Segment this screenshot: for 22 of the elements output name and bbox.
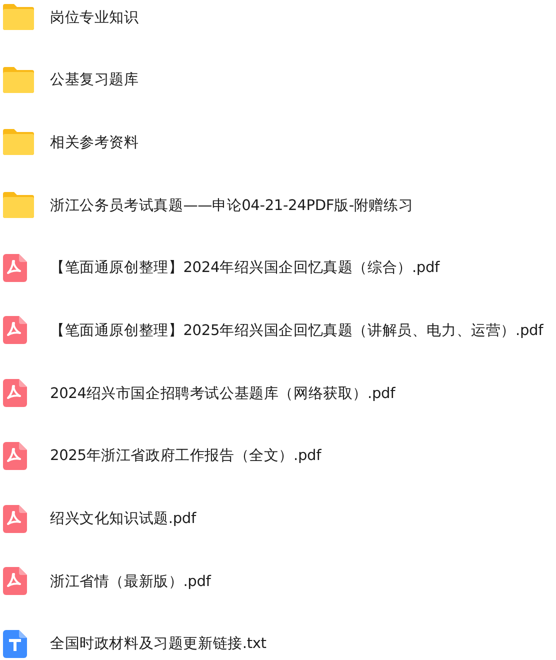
file-name[interactable]: 浙江省情（最新版）.pdf <box>50 572 211 591</box>
file-name[interactable]: 浙江公务员考试真题——申论04-21-24PDF版-附赠练习 <box>50 196 414 215</box>
file-name[interactable]: 【笔面通原创整理】2024年绍兴国企回忆真题（综合）.pdf <box>50 258 440 278</box>
file-name[interactable]: 2024绍兴市国企招聘考试公基题库（网络获取）.pdf <box>50 384 396 403</box>
folder-icon <box>3 66 34 93</box>
file-name[interactable]: 相关参考资料 <box>50 132 139 152</box>
file-name[interactable]: 公基复习题库 <box>50 70 139 90</box>
file-name[interactable]: 绍兴文化知识试题.pdf <box>50 509 196 528</box>
file-name[interactable]: 岗位专业知识 <box>50 8 139 26</box>
text-file-icon <box>3 630 27 658</box>
file-name[interactable]: 全国时政材料及习题更新链接.txt <box>50 634 266 654</box>
pdf-file-icon <box>3 504 27 532</box>
pdf-file-icon <box>3 442 27 470</box>
folder-icon <box>3 129 34 156</box>
pdf-file-icon <box>3 254 27 282</box>
pdf-file-icon <box>3 379 27 408</box>
folder-icon <box>3 4 34 30</box>
pdf-file-icon <box>3 316 27 344</box>
pdf-file-icon <box>3 567 27 596</box>
folder-icon <box>3 192 34 218</box>
file-name[interactable]: 【笔面通原创整理】2025年绍兴国企回忆真题（讲解员、电力、运营）.pdf <box>50 320 544 340</box>
file-name[interactable]: 2025年浙江省政府工作报告（全文）.pdf <box>50 446 322 466</box>
